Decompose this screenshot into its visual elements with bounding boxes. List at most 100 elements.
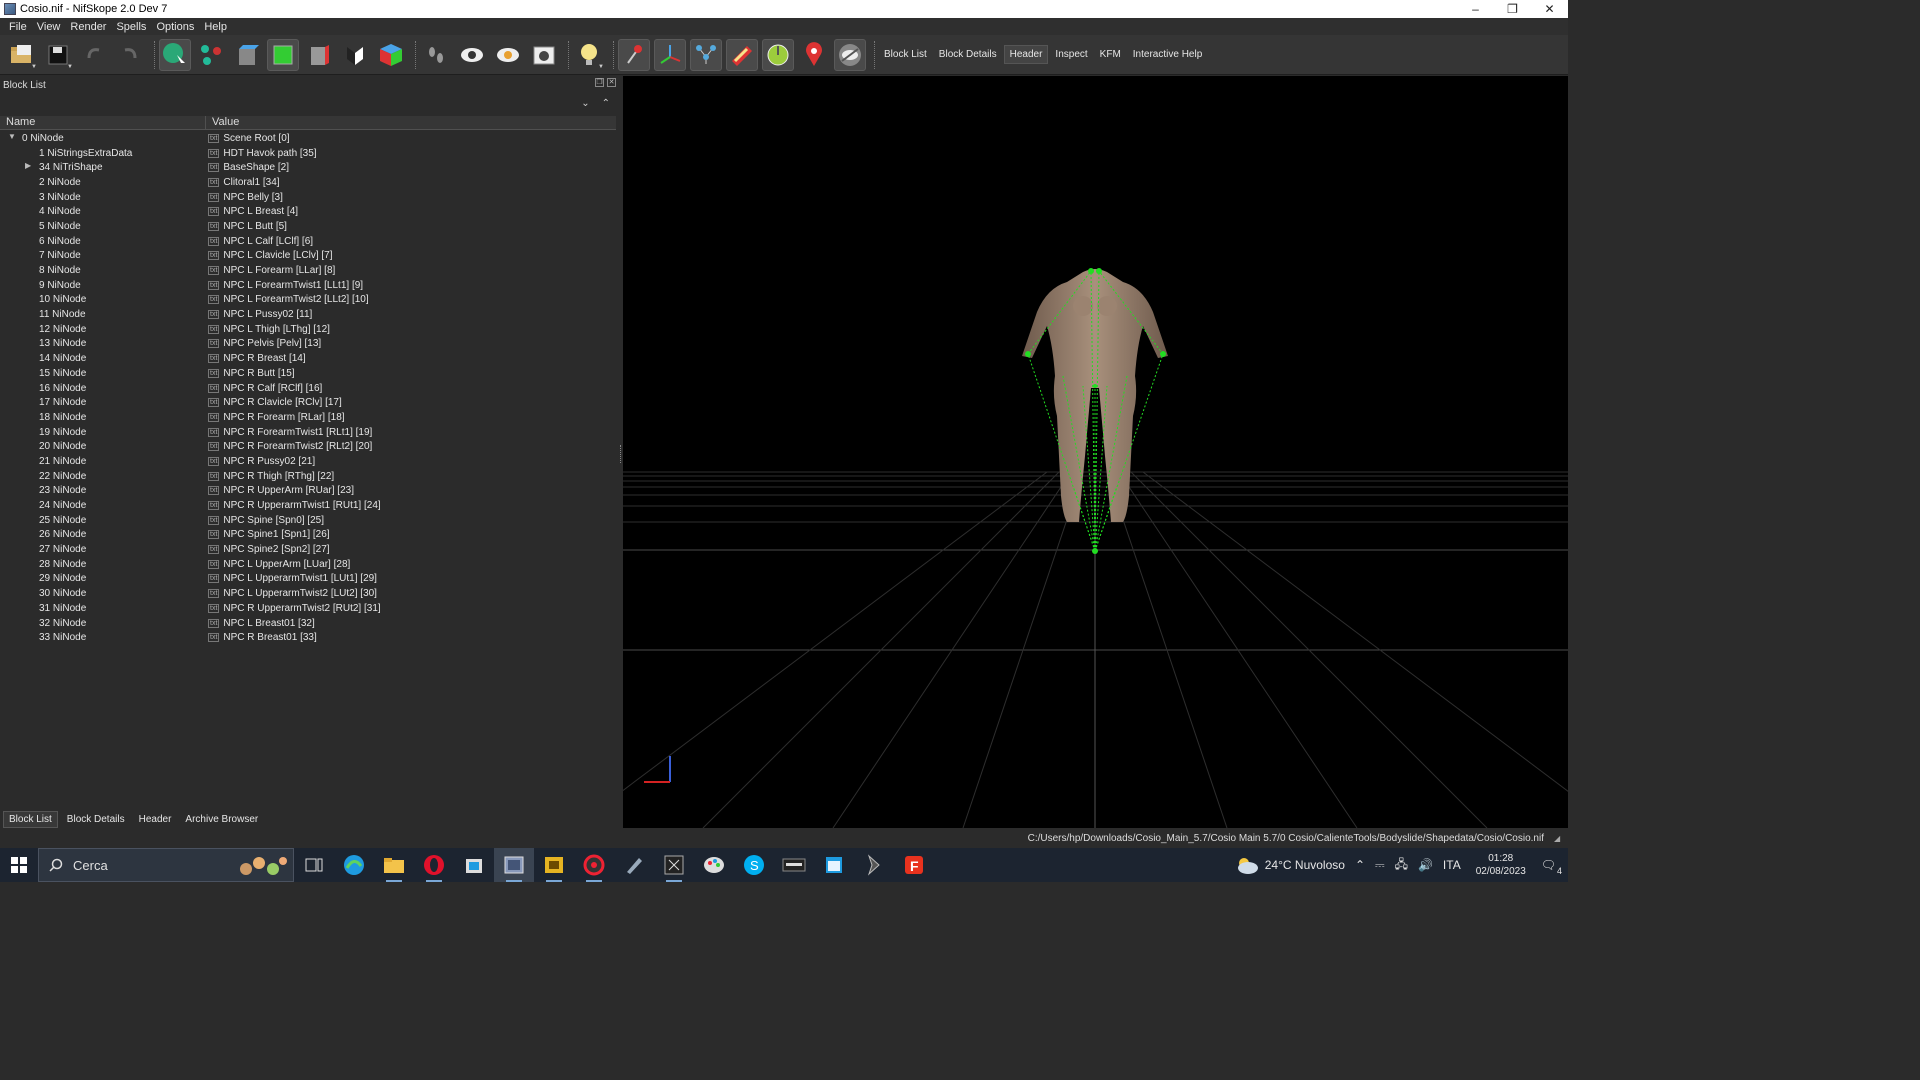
open-file-button[interactable]: ▼ xyxy=(6,39,38,71)
expand-all-icon[interactable]: ⌄ xyxy=(581,98,589,109)
taskbar-app-f[interactable]: F xyxy=(894,848,934,882)
close-dock-icon[interactable]: ✕ xyxy=(607,78,616,87)
volume-icon[interactable]: 🔊 xyxy=(1418,858,1433,872)
tree-row[interactable]: 3 NiNode txt NPC Belly [3] xyxy=(0,190,616,205)
tree-row[interactable]: 8 NiNode txt NPC L Forearm [LLar] [8] xyxy=(0,263,616,278)
show-axes-button[interactable] xyxy=(654,38,686,71)
taskbar-paint[interactable] xyxy=(694,848,734,882)
tree-row[interactable]: 16 NiNode txt NPC R Calf [RClf] [16] xyxy=(0,381,616,396)
save-file-button[interactable]: ▼ xyxy=(42,39,74,71)
tree-row[interactable]: 25 NiNode txt NPC Spine [Spn0] [25] xyxy=(0,513,616,528)
view-side-button[interactable] xyxy=(303,39,335,71)
tab-archive-browser[interactable]: Archive Browser xyxy=(180,812,263,827)
screenshot-button[interactable] xyxy=(528,39,560,71)
tree-row[interactable]: 20 NiNode txt NPC R ForearmTwist2 [RLt2] [… xyxy=(0,439,616,454)
close-icon[interactable]: ✕ xyxy=(1531,0,1568,18)
taskbar-app-arrow[interactable] xyxy=(854,848,894,882)
taskbar-skype[interactable]: S xyxy=(734,848,774,882)
select-object-button[interactable] xyxy=(159,38,191,71)
select-vertex-button[interactable] xyxy=(195,39,227,71)
show-collision-button[interactable] xyxy=(726,38,758,71)
weather-text[interactable]: 24°C Nuvoloso xyxy=(1265,858,1345,872)
collapse-all-icon[interactable]: ⌃ xyxy=(602,98,610,109)
show-nodes-button[interactable] xyxy=(492,39,524,71)
tree-row[interactable]: 30 NiNode txt NPC L UpperarmTwist2 [LUt2] … xyxy=(0,586,616,601)
expand-arrow-icon[interactable]: ▼ xyxy=(8,132,16,141)
column-header-name[interactable]: Name xyxy=(0,116,206,129)
taskbar-app-yellow[interactable] xyxy=(534,848,574,882)
toolbar-block-list-button[interactable]: Block List xyxy=(879,46,932,63)
tree-row[interactable]: 23 NiNode txt NPC R UpperArm [RUar] [23] xyxy=(0,484,616,499)
usb-icon[interactable]: ⎓ xyxy=(1375,858,1385,873)
view-top-button[interactable] xyxy=(231,39,263,71)
tree-row[interactable]: 12 NiNode txt NPC L Thigh [LThg] [12] xyxy=(0,322,616,337)
lighting-button[interactable]: ▼ xyxy=(573,39,605,71)
walk-mode-button[interactable] xyxy=(420,39,452,71)
tree-row[interactable]: 14 NiNode txt NPC R Breast [14] xyxy=(0,351,616,366)
tree-row[interactable]: 15 NiNode txt NPC R Butt [15] xyxy=(0,366,616,381)
task-view-button[interactable] xyxy=(294,848,334,882)
float-dock-icon[interactable]: ❐ xyxy=(595,78,604,87)
splitter-grip[interactable] xyxy=(620,445,622,463)
tree-row[interactable]: 11 NiNode txt NPC L Pussy02 [11] xyxy=(0,307,616,322)
render-viewport[interactable] xyxy=(623,76,1568,828)
clock[interactable]: 01:28 02/08/2023 xyxy=(1476,852,1526,878)
toolbar-interactive-help-button[interactable]: Interactive Help xyxy=(1128,46,1207,63)
taskbar-nifskope[interactable] xyxy=(494,848,534,882)
restore-icon[interactable]: ❐ xyxy=(1494,0,1531,18)
perspective-button[interactable] xyxy=(339,39,371,71)
taskbar-file-explorer[interactable] xyxy=(374,848,414,882)
network-icon[interactable]: 🖧 xyxy=(1395,855,1408,876)
tab-block-list[interactable]: Block List xyxy=(3,811,58,828)
menu-help[interactable]: Help xyxy=(199,21,232,33)
toolbar-inspect-button[interactable]: Inspect xyxy=(1050,46,1092,63)
user-view-button[interactable] xyxy=(375,39,407,71)
tree-row[interactable]: 18 NiNode txt NPC R Forearm [RLar] [18] xyxy=(0,410,616,425)
taskbar-app-red-gear[interactable] xyxy=(574,848,614,882)
toolbar-kfm-button[interactable]: KFM xyxy=(1095,46,1126,63)
column-header-value[interactable]: Value xyxy=(206,116,239,129)
menu-view[interactable]: View xyxy=(32,21,66,33)
taskbar-search[interactable]: Cerca xyxy=(38,848,294,882)
language-indicator[interactable]: ITA xyxy=(1443,858,1461,872)
tree-row[interactable]: 13 NiNode txt NPC Pelvis [Pelv] [13] xyxy=(0,337,616,352)
tree-row[interactable]: 31 NiNode txt NPC R UpperarmTwist2 [RUt2] … xyxy=(0,601,616,616)
minimize-icon[interactable]: – xyxy=(1457,0,1494,18)
taskbar-mm-app[interactable] xyxy=(774,848,814,882)
tree-row[interactable]: 22 NiNode txt NPC R Thigh [RThg] [22] xyxy=(0,469,616,484)
tree-row[interactable]: 27 NiNode txt NPC Spine2 [Spn2] [27] xyxy=(0,542,616,557)
show-skeleton-button[interactable] xyxy=(690,38,722,71)
taskbar-app-blue[interactable] xyxy=(814,848,854,882)
tree-row[interactable]: 26 NiNode txt NPC Spine1 [Spn1] [26] xyxy=(0,528,616,543)
notifications-icon[interactable]: 🗨 4 xyxy=(1541,858,1562,876)
menu-render[interactable]: Render xyxy=(65,21,111,33)
taskbar-edge[interactable] xyxy=(334,848,374,882)
menu-file[interactable]: File xyxy=(4,21,32,33)
view-front-button[interactable] xyxy=(267,38,299,71)
tab-header[interactable]: Header xyxy=(134,812,177,827)
start-button[interactable] xyxy=(0,848,38,882)
taskbar-store[interactable] xyxy=(454,848,494,882)
taskbar-app-dark[interactable] xyxy=(654,848,694,882)
tree-row[interactable]: 24 NiNode txt NPC R UpperarmTwist1 [RUt1] … xyxy=(0,498,616,513)
tree-row[interactable]: 7 NiNode txt NPC L Clavicle [LClv] [7] xyxy=(0,249,616,264)
taskbar-app-pen[interactable] xyxy=(614,848,654,882)
tree-row[interactable]: 17 NiNode txt NPC R Clavicle [RClv] [17] xyxy=(0,395,616,410)
tree-row[interactable]: 21 NiNode txt NPC R Pussy02 [21] xyxy=(0,454,616,469)
menu-spells[interactable]: Spells xyxy=(111,21,151,33)
tab-block-details[interactable]: Block Details xyxy=(62,812,130,827)
toolbar-header-button[interactable]: Header xyxy=(1003,45,1049,64)
tree-row[interactable]: 33 NiNode txt NPC R Breast01 [33] xyxy=(0,630,616,645)
show-hidden-button[interactable] xyxy=(456,39,488,71)
tree-row[interactable]: 6 NiNode txt NPC L Calf [LClf] [6] xyxy=(0,234,616,249)
resize-grip-icon[interactable]: ◢ xyxy=(1554,834,1564,844)
tree-row[interactable]: 2 NiNode txt Clitoral1 [34] xyxy=(0,175,616,190)
tree-row[interactable]: ▶ 34 NiTriShape txt BaseShape [2] xyxy=(0,160,616,175)
toolbar-block-details-button[interactable]: Block Details xyxy=(934,46,1002,63)
menu-options[interactable]: Options xyxy=(151,21,199,33)
tree-row[interactable]: 29 NiNode txt NPC L UpperarmTwist1 [LUt1] … xyxy=(0,572,616,587)
tree-row[interactable]: 1 NiStringsExtraData txt HDT Havok path [3… xyxy=(0,146,616,161)
hidden-toggle-button[interactable] xyxy=(834,38,866,71)
tree-row[interactable]: 28 NiNode txt NPC L UpperArm [LUar] [28] xyxy=(0,557,616,572)
collapse-arrow-icon[interactable]: ▶ xyxy=(25,161,31,170)
